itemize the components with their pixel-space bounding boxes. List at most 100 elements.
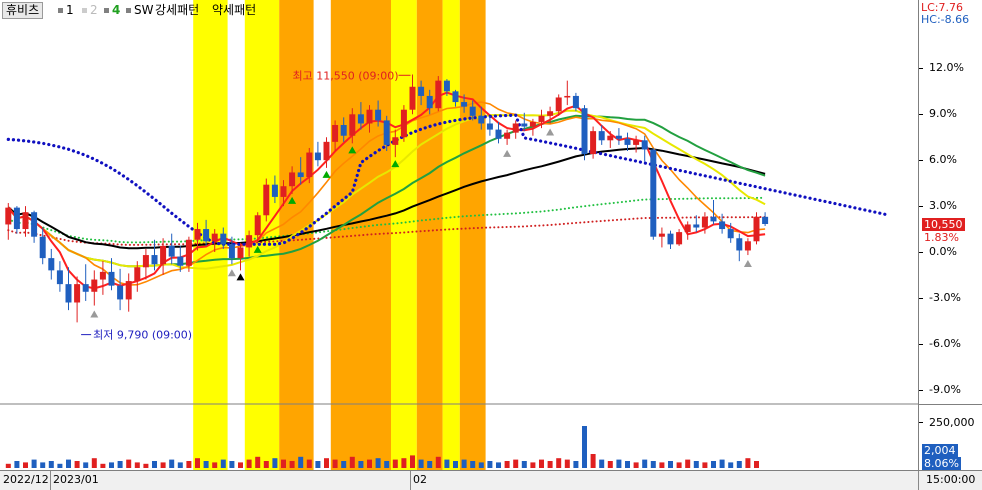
- candle-body: [676, 232, 683, 245]
- pattern-marker-gray: [743, 260, 752, 268]
- date-separator: [410, 471, 411, 490]
- y-tick-label: -6.0%: [929, 336, 961, 350]
- candle-body: [357, 114, 364, 124]
- candle-body: [753, 216, 760, 242]
- candle-body: [117, 285, 124, 300]
- candle-body: [719, 221, 726, 230]
- volume-bar: [306, 459, 312, 468]
- volume-bar: [754, 461, 759, 468]
- volume-bar: [298, 456, 304, 468]
- candle-body: [667, 233, 674, 245]
- volume-bar: [91, 458, 97, 468]
- volume-bar: [427, 461, 433, 468]
- candle-body: [48, 258, 55, 271]
- change-percent-badge: 1.83%: [922, 231, 961, 244]
- volume-tick: [919, 422, 923, 423]
- date-label-2023-01: 2023/01: [53, 473, 99, 486]
- candle-body: [529, 121, 536, 127]
- volume-bar: [539, 459, 544, 468]
- candle-body: [581, 108, 588, 155]
- volume-bar: [444, 459, 450, 468]
- weak-pattern-label[interactable]: 약세패턴: [212, 2, 256, 18]
- volume-bar: [57, 463, 63, 468]
- volume-bar: [668, 461, 673, 468]
- candle-body: [624, 138, 631, 145]
- volume-bar: [599, 459, 605, 468]
- y-tick: [919, 297, 923, 299]
- volume-bar: [367, 459, 372, 468]
- low-annotation: 최저 9,790 (09:00): [93, 329, 192, 342]
- candle-body: [314, 152, 321, 161]
- sw-label[interactable]: SW: [126, 2, 153, 18]
- volume-bar: [169, 459, 175, 468]
- y-tick: [919, 160, 923, 162]
- period-1[interactable]: 1: [58, 2, 74, 18]
- volume-percent-badge: 8.06%: [922, 457, 961, 470]
- volume-bar: [384, 461, 390, 468]
- candle-body: [340, 125, 347, 136]
- volume-bar: [263, 461, 269, 468]
- candle-body: [91, 279, 98, 292]
- candle-body: [323, 141, 330, 161]
- volume-bar: [504, 461, 510, 468]
- volume-bar: [83, 462, 89, 468]
- volume-bar: [521, 461, 527, 468]
- volume-bar: [410, 455, 415, 468]
- strong-pattern-label[interactable]: 강세패턴: [155, 2, 199, 18]
- volume-bar: [642, 459, 648, 468]
- volume-bar: [229, 461, 235, 468]
- volume-bar: [487, 461, 493, 468]
- candle-body: [349, 114, 356, 136]
- volume-bar: [435, 456, 441, 468]
- candle-body: [727, 229, 734, 239]
- candle-body: [13, 207, 20, 230]
- y-tick: [919, 252, 923, 253]
- candle-body: [435, 80, 442, 109]
- candle-body: [461, 102, 468, 107]
- volume-bar: [582, 426, 587, 468]
- square-icon: [126, 8, 131, 13]
- current-price-badge: 10,550: [922, 218, 965, 231]
- candle-body: [177, 256, 184, 266]
- volume-bar: [461, 459, 467, 468]
- candle-body: [409, 86, 416, 110]
- candle-body: [762, 216, 769, 225]
- candle-body: [572, 95, 579, 109]
- pattern-marker-gray: [503, 149, 512, 157]
- period-4[interactable]: 4: [104, 2, 120, 18]
- volume-bar: [513, 459, 519, 468]
- volume-bar: [728, 462, 734, 468]
- candle-body: [280, 186, 287, 197]
- stock-name-button[interactable]: 휴비츠: [2, 2, 44, 19]
- period-2[interactable]: 2: [82, 2, 98, 18]
- volume-bar: [453, 461, 458, 468]
- candle-body: [289, 172, 296, 187]
- price-chart[interactable]: 최고 11,550 (09:00) 최저 9,790 (09:00): [0, 0, 918, 470]
- volume-bar: [719, 459, 725, 468]
- y-tick-label: -3.0%: [929, 290, 961, 304]
- volume-bar: [736, 461, 742, 468]
- candle-body: [564, 95, 571, 98]
- volume-bar: [470, 461, 476, 468]
- volume-bar: [556, 458, 562, 468]
- volume-bar: [109, 462, 114, 468]
- candle-body: [512, 123, 519, 133]
- candle-body: [254, 215, 261, 236]
- candle-body: [142, 255, 149, 268]
- candle-body: [598, 131, 605, 141]
- y-tick-label: 0.0%: [929, 245, 957, 258]
- volume-bar: [48, 461, 54, 468]
- y-tick-label: 9.0%: [929, 107, 957, 121]
- candle-body: [160, 245, 167, 265]
- candle-body: [263, 184, 270, 216]
- chart-toolbar: 휴비츠 1 2 4 SW 강세패턴 약세패턴: [0, 0, 918, 20]
- volume-bar: [616, 459, 622, 468]
- volume-bar: [315, 461, 321, 468]
- y-tick-label: 6.0%: [929, 153, 957, 167]
- candle-body: [521, 123, 528, 127]
- candle-body: [426, 95, 433, 109]
- candle-body: [495, 129, 502, 139]
- y-tick-label: 3.0%: [929, 199, 957, 213]
- volume-bar: [255, 456, 261, 468]
- candle-body: [607, 135, 614, 141]
